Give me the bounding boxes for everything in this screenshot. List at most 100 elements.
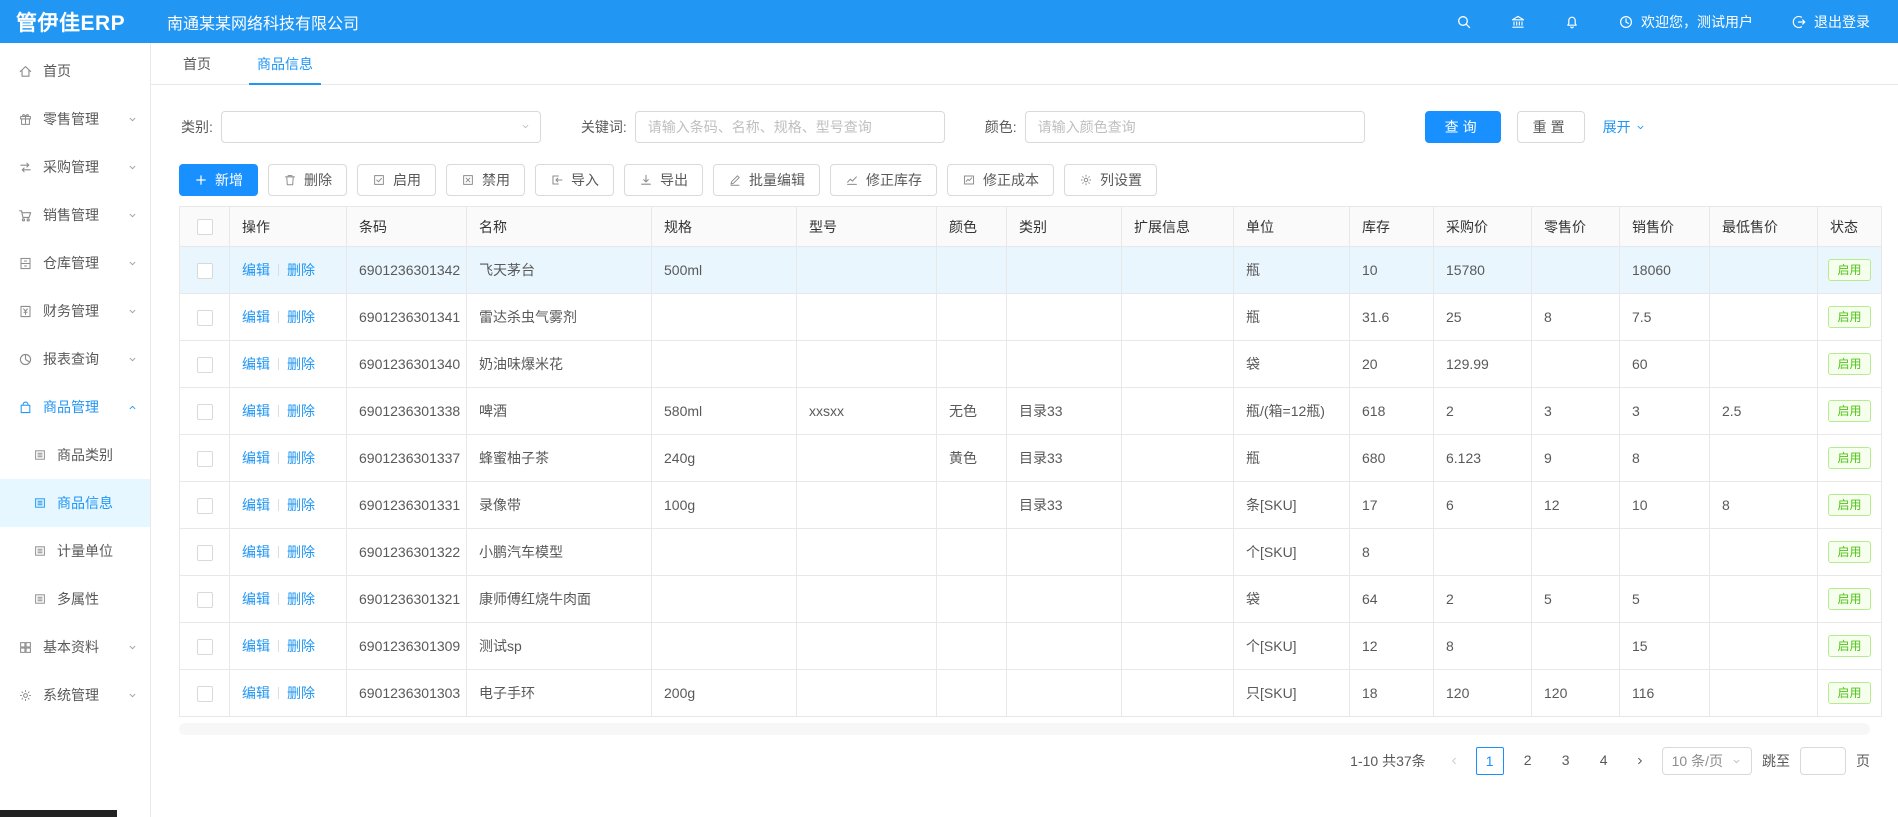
table-row: 编辑删除 6901236301338 啤酒 580ml xxsxx 无色 目录3… bbox=[180, 388, 1882, 435]
expand-link[interactable]: 展开 bbox=[1603, 117, 1646, 137]
delete-link[interactable]: 删除 bbox=[287, 685, 315, 701]
export-button[interactable]: 导出 bbox=[624, 164, 703, 196]
prev-page-button[interactable] bbox=[1442, 747, 1466, 775]
sidebar-item-units[interactable]: 计量单位 bbox=[0, 527, 150, 575]
sidebar-collapse-bar[interactable] bbox=[0, 810, 117, 817]
edit-link[interactable]: 编辑 bbox=[242, 450, 270, 466]
row-checkbox[interactable] bbox=[197, 686, 213, 702]
sidebar-item-retail[interactable]: 零售管理 bbox=[0, 95, 150, 143]
bank-icon[interactable] bbox=[1510, 14, 1526, 30]
edit-link[interactable]: 编辑 bbox=[242, 356, 270, 372]
sidebar-item-finance[interactable]: 财务管理 bbox=[0, 287, 150, 335]
category-select[interactable] bbox=[221, 111, 541, 143]
edit-link[interactable]: 编辑 bbox=[242, 544, 270, 560]
delete-link[interactable]: 删除 bbox=[287, 262, 315, 278]
reset-button[interactable]: 重置 bbox=[1517, 111, 1585, 143]
page-button-1[interactable]: 1 bbox=[1476, 747, 1504, 775]
sidebar-item-basic-data[interactable]: 基本资料 bbox=[0, 623, 150, 671]
disable-button[interactable]: 禁用 bbox=[446, 164, 525, 196]
delete-link[interactable]: 删除 bbox=[287, 638, 315, 654]
search-button[interactable]: 查询 bbox=[1425, 111, 1501, 143]
edit-link[interactable]: 编辑 bbox=[242, 403, 270, 419]
page-button-4[interactable]: 4 bbox=[1590, 747, 1618, 775]
delete-link[interactable]: 删除 bbox=[287, 450, 315, 466]
row-checkbox[interactable] bbox=[197, 592, 213, 608]
cell-retail-price bbox=[1532, 623, 1620, 670]
sidebar-item-goods-info[interactable]: 商品信息 bbox=[0, 479, 150, 527]
sidebar-item-goods-category[interactable]: 商品类别 bbox=[0, 431, 150, 479]
page-size-select[interactable]: 10 条/页 bbox=[1662, 747, 1752, 775]
row-checkbox[interactable] bbox=[197, 639, 213, 655]
cell-stock: 64 bbox=[1350, 576, 1434, 623]
delete-link[interactable]: 删除 bbox=[287, 309, 315, 325]
row-checkbox[interactable] bbox=[197, 357, 213, 373]
cell-spec bbox=[652, 341, 797, 388]
keyword-input[interactable] bbox=[635, 111, 945, 143]
welcome-user[interactable]: 欢迎您，测试用户 bbox=[1618, 12, 1753, 32]
sidebar-item-system[interactable]: 系统管理 bbox=[0, 671, 150, 719]
adjust-stock-button[interactable]: 修正库存 bbox=[830, 164, 937, 196]
row-checkbox[interactable] bbox=[197, 310, 213, 326]
color-input[interactable] bbox=[1025, 111, 1365, 143]
edit-link[interactable]: 编辑 bbox=[242, 497, 270, 513]
enable-button[interactable]: 启用 bbox=[357, 164, 436, 196]
edit-link[interactable]: 编辑 bbox=[242, 309, 270, 325]
cell-name: 测试sp bbox=[467, 623, 652, 670]
sidebar-item-reports[interactable]: 报表查询 bbox=[0, 335, 150, 383]
tab-goods-info[interactable]: 商品信息 bbox=[257, 43, 313, 84]
sync-icon bbox=[18, 160, 33, 175]
sidebar-item-home[interactable]: 首页 bbox=[0, 47, 150, 95]
table-header-row: 操作 条码 名称 规格 型号 颜色 类别 扩展信息 单位 库存 采购价 零售价 … bbox=[180, 207, 1882, 247]
sidebar-item-sales[interactable]: 销售管理 bbox=[0, 191, 150, 239]
col-model: 型号 bbox=[797, 207, 937, 247]
delete-link[interactable]: 删除 bbox=[287, 356, 315, 372]
delete-button[interactable]: 删除 bbox=[268, 164, 347, 196]
select-all-checkbox[interactable] bbox=[197, 219, 213, 235]
action-separator bbox=[278, 687, 279, 699]
cell-unit: 瓶 bbox=[1234, 247, 1350, 294]
edit-link[interactable]: 编辑 bbox=[242, 685, 270, 701]
jump-to-input[interactable] bbox=[1800, 747, 1846, 775]
cell-purchase-price: 25 bbox=[1434, 294, 1532, 341]
cell-min-price: 2.5 bbox=[1710, 388, 1818, 435]
delete-link[interactable]: 删除 bbox=[287, 591, 315, 607]
cell-color bbox=[937, 529, 1007, 576]
row-checkbox[interactable] bbox=[197, 545, 213, 561]
row-checkbox[interactable] bbox=[197, 451, 213, 467]
batch-edit-button[interactable]: 批量编辑 bbox=[713, 164, 820, 196]
tab-home[interactable]: 首页 bbox=[183, 43, 211, 84]
row-checkbox[interactable] bbox=[197, 404, 213, 420]
category-label: 类别: bbox=[181, 117, 213, 137]
delete-link[interactable]: 删除 bbox=[287, 497, 315, 513]
col-purchase-price: 采购价 bbox=[1434, 207, 1532, 247]
delete-link[interactable]: 删除 bbox=[287, 403, 315, 419]
row-checkbox[interactable] bbox=[197, 498, 213, 514]
column-settings-button[interactable]: 列设置 bbox=[1064, 164, 1157, 196]
page-button-2[interactable]: 2 bbox=[1514, 747, 1542, 775]
sidebar-item-attributes[interactable]: 多属性 bbox=[0, 575, 150, 623]
col-retail-price: 零售价 bbox=[1532, 207, 1620, 247]
edit-link[interactable]: 编辑 bbox=[242, 638, 270, 654]
cell-sale-price: 8 bbox=[1620, 435, 1710, 482]
import-button[interactable]: 导入 bbox=[535, 164, 614, 196]
edit-link[interactable]: 编辑 bbox=[242, 591, 270, 607]
bell-icon[interactable] bbox=[1564, 14, 1580, 30]
delete-link[interactable]: 删除 bbox=[287, 544, 315, 560]
add-button[interactable]: 新增 bbox=[179, 164, 258, 196]
chevron-down-icon bbox=[127, 354, 138, 365]
next-page-button[interactable] bbox=[1628, 747, 1652, 775]
sidebar-item-warehouse[interactable]: 仓库管理 bbox=[0, 239, 150, 287]
edit-link[interactable]: 编辑 bbox=[242, 262, 270, 278]
table-row: 编辑删除 6901236301342 飞天茅台 500ml 瓶 10 15780… bbox=[180, 247, 1882, 294]
search-icon[interactable] bbox=[1456, 14, 1472, 30]
row-checkbox[interactable] bbox=[197, 263, 213, 279]
sidebar-item-goods[interactable]: 商品管理 bbox=[0, 383, 150, 431]
logout-button[interactable]: 退出登录 bbox=[1791, 12, 1870, 32]
horizontal-scrollbar[interactable] bbox=[179, 723, 1870, 735]
page-button-3[interactable]: 3 bbox=[1552, 747, 1580, 775]
cell-model bbox=[797, 294, 937, 341]
export-icon bbox=[639, 173, 653, 187]
cell-color bbox=[937, 482, 1007, 529]
sidebar-item-purchase[interactable]: 采购管理 bbox=[0, 143, 150, 191]
adjust-cost-button[interactable]: 修正成本 bbox=[947, 164, 1054, 196]
